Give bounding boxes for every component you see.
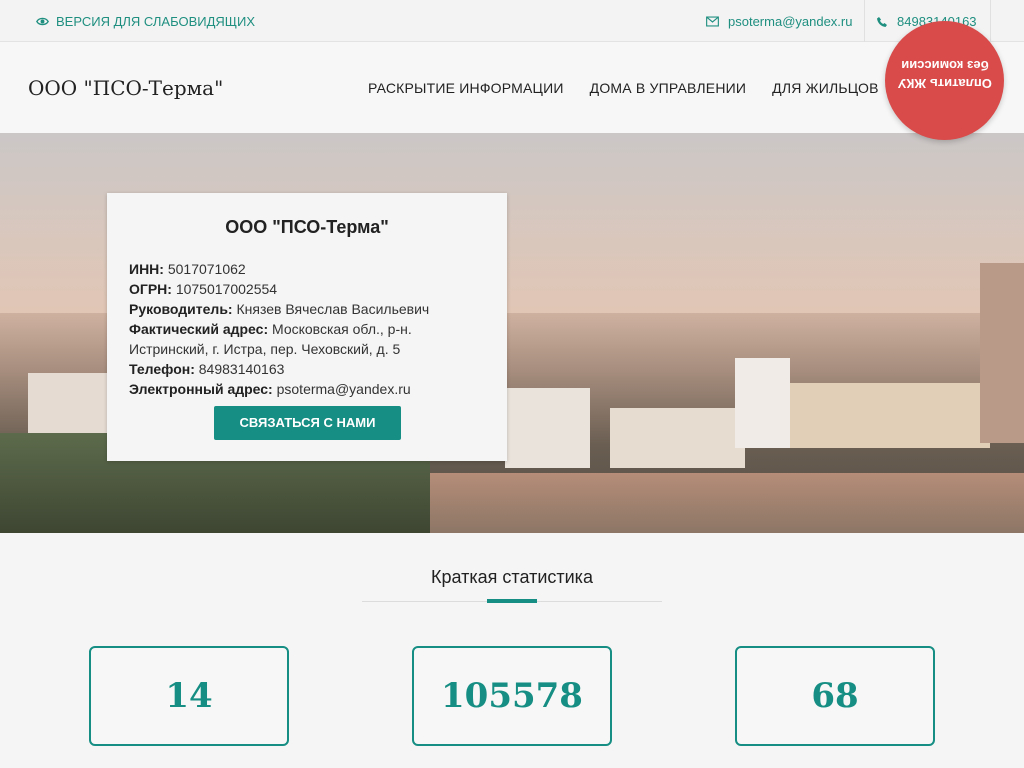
topbar-divider [990,0,991,42]
contact-us-button[interactable]: СВЯЗАТЬСЯ С НАМИ [214,406,401,440]
stat-box: 14 [89,646,289,746]
nav-residents[interactable]: ДЛЯ ЖИЛЬЦОВ [772,80,879,96]
company-detail-row: Руководитель: Князев Вячеслав Васильевич [129,299,489,319]
email-text: psoterma@yandex.ru [728,14,853,29]
main-nav: РАСКРЫТИЕ ИНФОРМАЦИИ ДОМА В УПРАВЛЕНИИ Д… [368,80,879,96]
nav-disclosure[interactable]: РАСКРЫТИЕ ИНФОРМАЦИИ [368,80,564,96]
company-detail-row: Электронный адрес: psoterma@yandex.ru [129,379,489,399]
eye-icon [36,17,49,26]
detail-label: Телефон: [129,361,195,377]
detail-label: Руководитель: [129,301,233,317]
hero-building [980,263,1024,443]
company-detail-row: Фактический адрес: Московская обл., р-н.… [129,319,489,359]
hero-building [28,373,108,433]
detail-label: Электронный адрес: [129,381,273,397]
hero-river [430,473,1024,533]
company-card-title: ООО "ПСО-Терма" [225,217,389,237]
stats-accent-bar [487,599,537,603]
company-details: ИНН: 5017071062 ОГРН: 1075017002554 Руко… [129,259,489,399]
detail-value: 84983140163 [198,361,285,377]
stats-title: Краткая статистика [431,567,593,587]
detail-value: psoterma@yandex.ru [276,381,411,397]
company-info-card: ООО "ПСО-Терма" ИНН: 5017071062 ОГРН: 10… [107,193,507,461]
nav-managed-houses[interactable]: ДОМА В УПРАВЛЕНИИ [590,80,747,96]
top-bar: ВЕРСИЯ ДЛЯ СЛАБОВИДЯЩИХ psoterma@yandex.… [0,0,1024,42]
email-link[interactable]: psoterma@yandex.ru [706,14,852,29]
stat-box: 68 [735,646,935,746]
accessibility-version-link[interactable]: ВЕРСИЯ ДЛЯ СЛАБОВИДЯЩИХ [36,14,255,29]
site-header: ООО "ПСО-Терма" РАСКРЫТИЕ ИНФОРМАЦИИ ДОМ… [0,42,1024,133]
topbar-divider [864,0,865,42]
company-detail-row: ОГРН: 1075017002554 [129,279,489,299]
hero-building [610,408,745,468]
company-detail-row: ИНН: 5017071062 [129,259,489,279]
hero-building [505,388,590,468]
company-detail-row: Телефон: 84983140163 [129,359,489,379]
detail-value: 1075017002554 [175,281,278,297]
hero-building [735,358,790,448]
accessibility-version-label: ВЕРСИЯ ДЛЯ СЛАБОВИДЯЩИХ [56,14,255,29]
detail-label: ОГРН: [129,281,172,297]
hero-building [790,383,990,448]
pay-utilities-button[interactable]: Оплатить ЖКУ без комиссии [885,21,1004,140]
phone-icon [877,16,887,27]
stat-box: 105578 [412,646,612,746]
envelope-icon [706,16,719,27]
detail-value: 5017071062 [167,261,246,277]
site-logo[interactable]: ООО "ПСО-Терма" [28,76,223,100]
detail-label: ИНН: [129,261,164,277]
detail-value: Князев Вячеслав Васильевич [236,301,430,317]
pay-utilities-label: Оплатить ЖКУ без комиссии [897,57,992,91]
detail-label: Фактический адрес: [129,321,269,337]
